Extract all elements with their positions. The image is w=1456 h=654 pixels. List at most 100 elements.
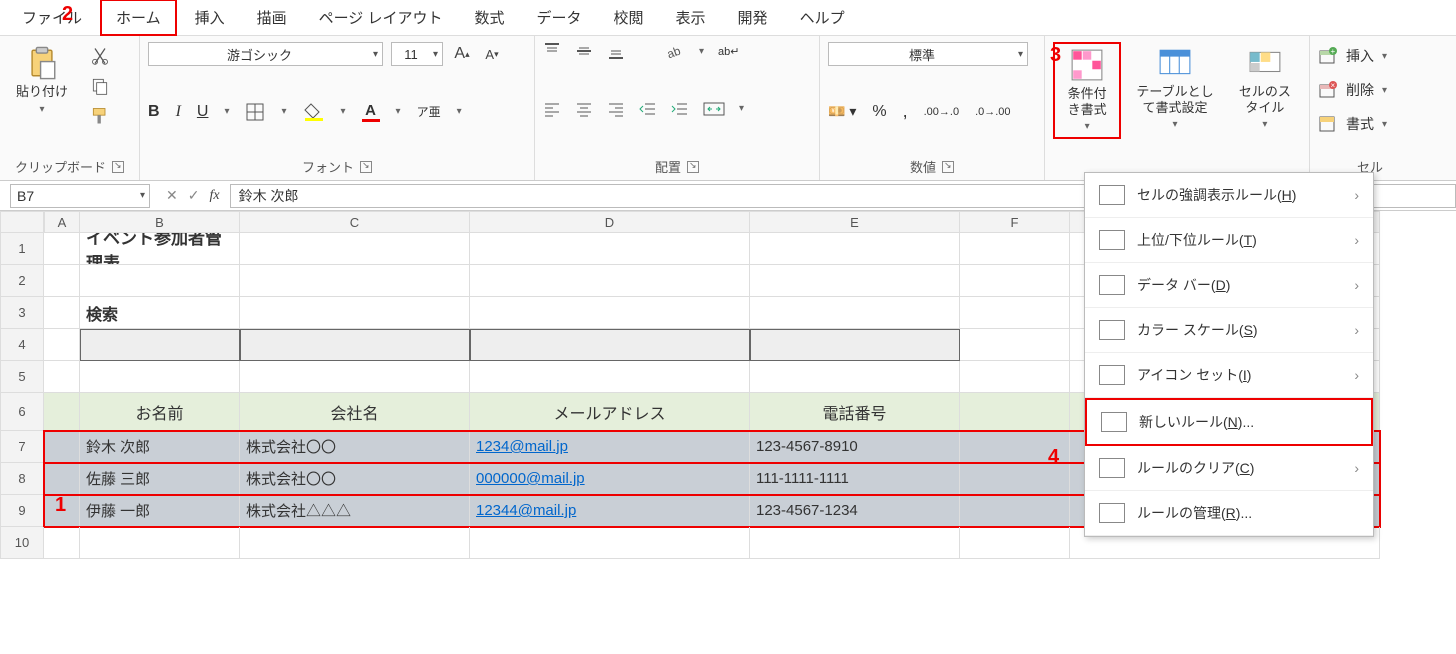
row-header-1[interactable]: 1 bbox=[0, 233, 44, 265]
cell-C5[interactable] bbox=[240, 361, 470, 393]
menu-数式[interactable]: 数式 bbox=[460, 1, 518, 34]
italic-button[interactable]: I bbox=[176, 103, 181, 121]
fill-color-icon[interactable] bbox=[303, 102, 325, 122]
font-color-icon[interactable]: A bbox=[362, 102, 380, 122]
menu-描画[interactable]: 描画 bbox=[243, 1, 301, 34]
cell-D3[interactable] bbox=[470, 297, 750, 329]
cell-D8[interactable]: 000000@mail.jp bbox=[470, 463, 750, 495]
menu-ファイル[interactable]: ファイル bbox=[8, 1, 96, 34]
cell-C3[interactable] bbox=[240, 297, 470, 329]
row-header-5[interactable]: 5 bbox=[0, 361, 44, 393]
cell-B5[interactable] bbox=[80, 361, 240, 393]
row-header-6[interactable]: 6 bbox=[0, 393, 44, 431]
cell-E4[interactable] bbox=[750, 329, 960, 361]
col-header-D[interactable]: D bbox=[470, 211, 750, 233]
menu-item-S[interactable]: カラー スケール(S)› bbox=[1085, 308, 1373, 353]
menu-開発[interactable]: 開発 bbox=[724, 1, 782, 34]
insert-cells-button[interactable]: +挿入 ▾ bbox=[1318, 46, 1422, 66]
phonetic-guide-button[interactable]: ア亜 bbox=[417, 103, 441, 120]
cell-B1[interactable]: イベント参加者管理表 bbox=[80, 233, 240, 265]
menu-item-R[interactable]: ルールの管理(R)... bbox=[1085, 491, 1373, 536]
delete-cells-button[interactable]: ×削除 ▾ bbox=[1318, 80, 1422, 100]
align-right-icon[interactable] bbox=[607, 100, 625, 118]
cell-C4[interactable] bbox=[240, 329, 470, 361]
cell-A6[interactable] bbox=[44, 393, 80, 431]
cell-C7[interactable]: 株式会社〇〇 bbox=[240, 431, 470, 463]
underline-button[interactable]: U bbox=[197, 103, 209, 121]
cell-E8[interactable]: 111-1111-1111 bbox=[750, 463, 960, 495]
menu-item-I[interactable]: アイコン セット(I)› bbox=[1085, 353, 1373, 398]
col-header-B[interactable]: B bbox=[80, 211, 240, 233]
cell-styles-button[interactable]: セルのスタイル ▾ bbox=[1229, 42, 1301, 135]
align-left-icon[interactable] bbox=[543, 100, 561, 118]
menu-item-D[interactable]: データ バー(D)› bbox=[1085, 263, 1373, 308]
accounting-format-icon[interactable]: 💴 ▾ bbox=[828, 103, 856, 120]
cell-B6[interactable]: お名前 bbox=[80, 393, 240, 431]
row-header-2[interactable]: 2 bbox=[0, 265, 44, 297]
row-header-9[interactable]: 9 bbox=[0, 495, 44, 527]
cell-F5[interactable] bbox=[960, 361, 1070, 393]
col-header-F[interactable]: F bbox=[960, 211, 1070, 233]
cell-F2[interactable] bbox=[960, 265, 1070, 297]
cell-E5[interactable] bbox=[750, 361, 960, 393]
cell-A3[interactable] bbox=[44, 297, 80, 329]
row-header-7[interactable]: 7 bbox=[0, 431, 44, 463]
row-header-4[interactable]: 4 bbox=[0, 329, 44, 361]
cell-B2[interactable] bbox=[80, 265, 240, 297]
align-bottom-icon[interactable] bbox=[607, 42, 625, 60]
cell-D10[interactable] bbox=[470, 527, 750, 559]
format-painter-icon[interactable] bbox=[90, 106, 110, 126]
row-header-8[interactable]: 8 bbox=[0, 463, 44, 495]
cell-E2[interactable] bbox=[750, 265, 960, 297]
cell-E9[interactable]: 123-4567-1234 bbox=[750, 495, 960, 527]
cell-C8[interactable]: 株式会社〇〇 bbox=[240, 463, 470, 495]
cell-B7[interactable]: 鈴木 次郎 bbox=[80, 431, 240, 463]
paste-button[interactable]: 貼り付け ▾ bbox=[8, 42, 76, 120]
cell-B4[interactable] bbox=[80, 329, 240, 361]
cell-A4[interactable] bbox=[44, 329, 80, 361]
col-header-A[interactable]: A bbox=[44, 211, 80, 233]
menu-item-N[interactable]: 新しいルール(N)... bbox=[1085, 398, 1373, 446]
row-header-10[interactable]: 10 bbox=[0, 527, 44, 559]
cell-D7[interactable]: 1234@mail.jp bbox=[470, 431, 750, 463]
align-top-icon[interactable] bbox=[543, 42, 561, 60]
cell-B8[interactable]: 佐藤 三郎 bbox=[80, 463, 240, 495]
name-box[interactable]: B7 bbox=[10, 184, 150, 208]
cell-D4[interactable] bbox=[470, 329, 750, 361]
menu-校閲[interactable]: 校閲 bbox=[600, 1, 658, 34]
border-icon[interactable] bbox=[245, 102, 265, 122]
col-header-C[interactable]: C bbox=[240, 211, 470, 233]
cell-E1[interactable] bbox=[750, 233, 960, 265]
cell-C1[interactable] bbox=[240, 233, 470, 265]
cell-E7[interactable]: 123-4567-8910 bbox=[750, 431, 960, 463]
decrease-indent-icon[interactable] bbox=[639, 100, 657, 118]
fx-icon[interactable]: fx bbox=[209, 188, 219, 204]
cell-D2[interactable] bbox=[470, 265, 750, 297]
menu-ホーム[interactable]: ホーム bbox=[100, 0, 177, 36]
cell-A1[interactable] bbox=[44, 233, 80, 265]
number-format-select[interactable]: 標準 bbox=[828, 42, 1028, 66]
orientation-icon[interactable]: ab bbox=[665, 42, 685, 60]
decrease-decimal-icon[interactable]: .0→.00 bbox=[975, 106, 1010, 118]
increase-font-icon[interactable]: A▴ bbox=[451, 43, 473, 65]
cell-F10[interactable] bbox=[960, 527, 1070, 559]
menu-ページ レイアウト[interactable]: ページ レイアウト bbox=[305, 1, 457, 34]
cell-D9[interactable]: 12344@mail.jp bbox=[470, 495, 750, 527]
cell-F1[interactable] bbox=[960, 233, 1070, 265]
menu-ヘルプ[interactable]: ヘルプ bbox=[786, 1, 859, 34]
cell-A2[interactable] bbox=[44, 265, 80, 297]
enter-formula-icon[interactable]: ✓ bbox=[188, 187, 200, 204]
cell-C6[interactable]: 会社名 bbox=[240, 393, 470, 431]
percent-format-icon[interactable]: % bbox=[872, 103, 886, 121]
cell-F3[interactable] bbox=[960, 297, 1070, 329]
align-middle-icon[interactable] bbox=[575, 42, 593, 60]
clipboard-dialog-launcher[interactable] bbox=[112, 161, 124, 173]
cell-A5[interactable] bbox=[44, 361, 80, 393]
menu-データ[interactable]: データ bbox=[523, 1, 596, 34]
cell-A7[interactable] bbox=[44, 431, 80, 463]
cell-D1[interactable] bbox=[470, 233, 750, 265]
menu-item-T[interactable]: 上位/下位ルール(T)› bbox=[1085, 218, 1373, 263]
align-center-icon[interactable] bbox=[575, 100, 593, 118]
font-name-select[interactable]: 游ゴシック bbox=[148, 42, 383, 66]
bold-button[interactable]: B bbox=[148, 103, 160, 121]
